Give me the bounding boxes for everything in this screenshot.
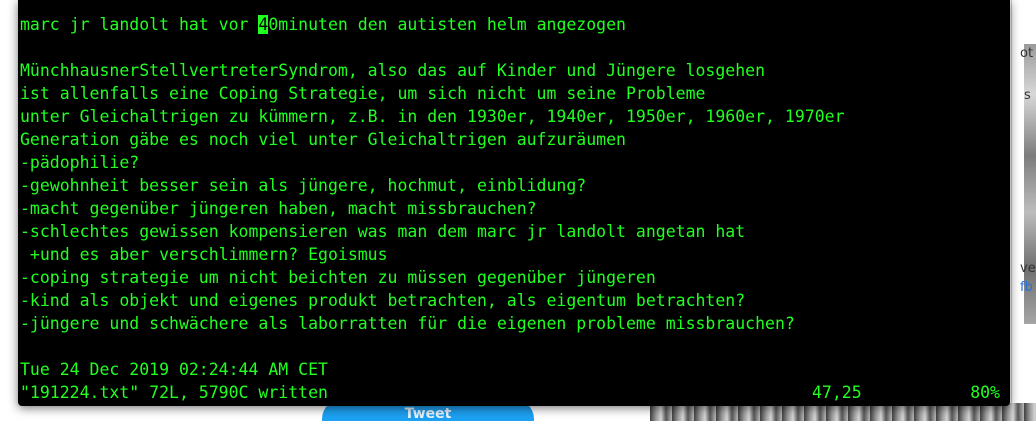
editor-line: MünchhausnerStellvertreterSyndrom, also …	[20, 61, 766, 80]
editor-buffer[interactable]: marc jr landolt hat vor 40minuten den au…	[20, 13, 845, 381]
background-link-fragment[interactable]: fb	[1020, 280, 1033, 295]
background-text-fragment: ot	[1020, 46, 1034, 61]
editor-line: -jüngere und schwächere als laborratten …	[20, 314, 795, 333]
editor-line: -coping strategie um nicht beichten zu m…	[20, 268, 656, 287]
line-text: marc jr landolt hat vor	[20, 15, 259, 34]
editor-line: -gewohnheit besser sein als jüngere, hoc…	[20, 176, 587, 195]
editor-line: +und es aber verschlimmern? Egoismus	[20, 245, 388, 264]
editor-line: -macht gegenüber jüngeren haben, macht m…	[20, 199, 537, 218]
vim-status-line: "191224.txt" 72L, 5790C written 47,25 80…	[20, 381, 1000, 404]
desktop: ot s ve fb Tweet marc jr landolt hat vor…	[0, 0, 1036, 421]
text-cursor: 4	[258, 15, 269, 34]
status-message: "191224.txt" 72L, 5790C written	[20, 383, 328, 402]
editor-line: -schlechtes gewissen kompensieren was ma…	[20, 222, 746, 241]
editor-line: unter Gleichaltrigen zu kümmern, z.B. in…	[20, 107, 845, 126]
editor-line: -pädophilie?	[20, 153, 140, 172]
editor-line: Generation gäbe es noch viel unter Gleic…	[20, 130, 626, 149]
editor-line: Tue 24 Dec 2019 02:24:44 AM CET	[20, 360, 328, 379]
editor-line: marc jr landolt hat vor 40minuten den au…	[20, 13, 845, 36]
editor-line: ist allenfalls eine Coping Strategie, um…	[20, 84, 706, 103]
cursor-position: 47,25	[812, 383, 862, 402]
background-text-fragment: ve	[1020, 261, 1036, 276]
line-text: 0minuten den autisten helm angezogen	[268, 15, 626, 34]
scroll-percent: 80%	[970, 383, 1000, 402]
background-text-fragment: s	[1024, 88, 1031, 103]
terminal-window[interactable]: marc jr landolt hat vor 40minuten den au…	[18, 0, 1010, 406]
editor-line: -kind als objekt und eigenes produkt bet…	[20, 291, 746, 310]
